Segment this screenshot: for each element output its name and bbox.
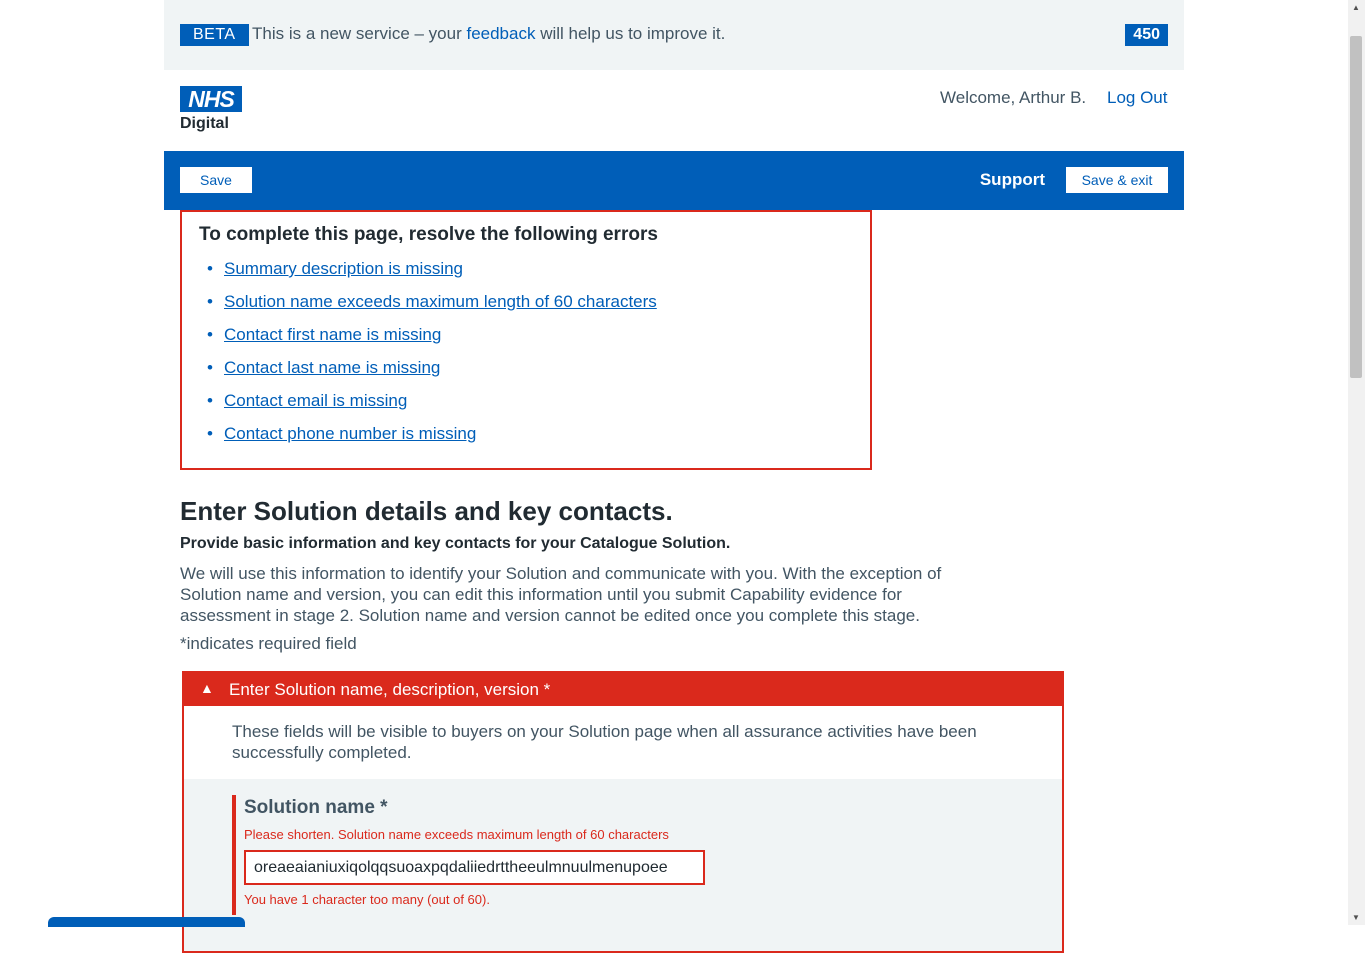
page-lead: Provide basic information and key contac… [180,535,731,552]
beta-message: This is a new service – your feedback wi… [252,23,725,45]
section-description: These fields will be visible to buyers o… [184,706,1062,779]
section-description-text: These fields will be visible to buyers o… [232,722,977,762]
feedback-tab[interactable] [48,917,245,927]
scroll-up-arrow-icon[interactable]: ▲ [1352,3,1360,12]
beta-text-before: This is a new service – your [252,24,467,43]
error-link-contact-email[interactable]: Contact email is missing [224,391,407,410]
save-exit-button[interactable]: Save & exit [1066,167,1168,193]
error-item: Solution name exceeds maximum length of … [207,292,657,325]
save-button[interactable]: Save [180,167,252,193]
page: BETA This is a new service – your feedba… [164,0,1184,151]
welcome-message: Welcome, Arthur B. [940,88,1087,107]
beta-tag: BETA [180,24,249,46]
site-header: NHS Digital [164,70,1184,151]
nhs-digital-logo[interactable]: NHS Digital [180,86,242,133]
error-link-summary-description[interactable]: Summary description is missing [224,259,463,278]
collapse-triangle-icon: ▲ [200,680,214,696]
nhs-logo-subtitle: Digital [180,115,229,132]
page-scrollbar[interactable]: ▲ ▼ [1348,0,1365,925]
logout-link[interactable]: Log Out [1107,88,1168,108]
solution-name-character-count: You have 1 character too many (out of 60… [244,892,490,907]
feedback-link[interactable]: feedback [466,24,535,43]
action-bar: Save Support Save & exit [164,151,1184,210]
scroll-thumb[interactable] [1350,36,1362,378]
scroll-down-arrow-icon[interactable]: ▼ [1352,913,1360,922]
error-item: Contact first name is missing [207,325,657,358]
beta-text-after: will help us to improve it. [535,24,726,43]
solution-name-input[interactable] [244,850,705,885]
error-item: Summary description is missing [207,259,657,292]
solution-name-label: Solution name * [244,797,388,818]
error-link-contact-phone[interactable]: Contact phone number is missing [224,424,476,443]
beta-banner: BETA This is a new service – your feedba… [164,0,1184,70]
page-intro: We will use this information to identify… [180,564,942,625]
solution-name-field: Solution name * Please shorten. Solution… [232,795,736,915]
error-link-contact-first-name[interactable]: Contact first name is missing [224,325,441,344]
error-summary: To complete this page, resolve the follo… [180,210,872,470]
error-item: Contact email is missing [207,391,657,424]
solution-name-error: Please shorten. Solution name exceeds ma… [244,827,669,842]
required-note: *indicates required field [180,634,357,653]
section-header-toggle[interactable]: ▲ Enter Solution name, description, vers… [182,671,1064,706]
page-title: Enter Solution details and key contacts. [180,496,673,526]
solution-details-section: ▲ Enter Solution name, description, vers… [182,671,1064,953]
section-title: Enter Solution name, description, versio… [229,680,551,699]
error-link-solution-name[interactable]: Solution name exceeds maximum length of … [224,292,657,311]
error-summary-title: To complete this page, resolve the follo… [199,224,658,245]
error-link-contact-last-name[interactable]: Contact last name is missing [224,358,440,377]
error-list: Summary description is missing Solution … [207,259,657,457]
version-badge: 450 [1125,24,1168,46]
error-item: Contact phone number is missing [207,424,657,457]
error-item: Contact last name is missing [207,358,657,391]
support-link[interactable]: Support [980,170,1045,190]
nhs-logo-mark: NHS [180,86,242,112]
